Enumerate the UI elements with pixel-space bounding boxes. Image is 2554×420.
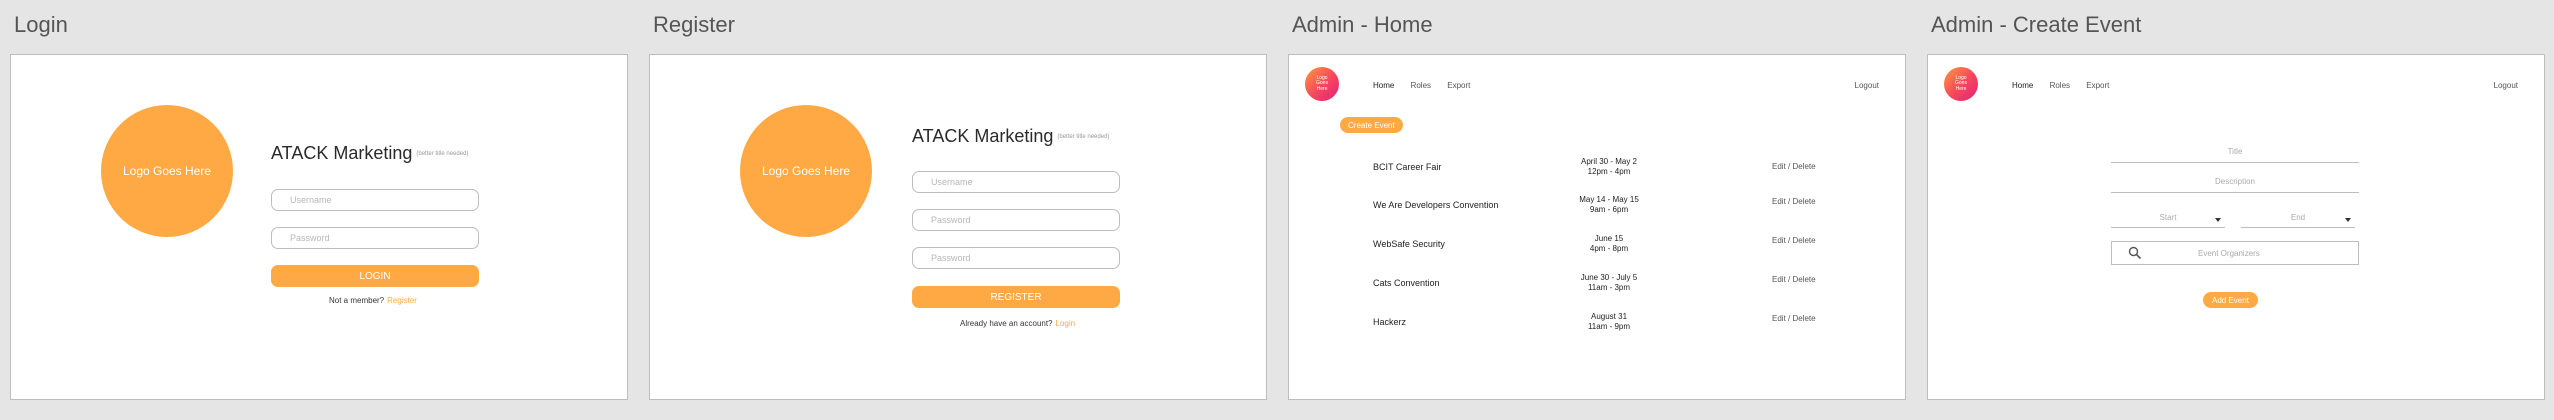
- logo: Logo Goes Here: [740, 105, 872, 237]
- brand-subtitle: (better title needed): [1057, 134, 1110, 141]
- password-input[interactable]: Password: [912, 209, 1120, 231]
- event-time: 11am - 9pm: [1587, 322, 1631, 331]
- search-icon: [2128, 246, 2142, 260]
- end-select[interactable]: End: [2241, 213, 2355, 228]
- event-row: BCIT Career Fair April 30 - May 2 12pm - …: [1289, 153, 1907, 183]
- login-prompt-text: Already have an account?: [960, 319, 1053, 328]
- brand-title: ATACK Marketing (better title needed): [912, 126, 1109, 147]
- register-button[interactable]: REGISTER: [912, 286, 1120, 308]
- edit-delete-actions[interactable]: Edit / Delete: [1772, 197, 1816, 206]
- event-name: Cats Convention: [1373, 278, 1440, 288]
- confirm-password-input[interactable]: Password: [912, 247, 1120, 269]
- event-name: BCIT Career Fair: [1373, 162, 1442, 172]
- board-title-login: Login: [14, 12, 68, 37]
- board-title-admin-home: Admin - Home: [1292, 12, 1433, 37]
- nav-roles[interactable]: Roles: [2050, 81, 2070, 90]
- chevron-down-icon: [2345, 218, 2351, 222]
- edit-delete-actions[interactable]: Edit / Delete: [1772, 162, 1816, 171]
- chevron-down-icon: [2215, 218, 2221, 222]
- register-prompt: Not a member? Register: [329, 296, 417, 305]
- description-input[interactable]: Description: [2111, 177, 2359, 193]
- event-date: August 31 11am - 9pm: [1559, 312, 1659, 332]
- login-prompt: Already have an account? Login: [960, 319, 1075, 328]
- login-link[interactable]: Login: [1056, 319, 1076, 328]
- register-prompt-text: Not a member?: [329, 296, 385, 305]
- nav-export[interactable]: Export: [2086, 81, 2109, 90]
- event-time: 11am - 3pm: [1587, 283, 1631, 292]
- nav-roles[interactable]: Roles: [1411, 81, 1431, 90]
- nav-home[interactable]: Home: [1373, 81, 1394, 90]
- nav-bar: Home Roles Export: [1373, 81, 1484, 90]
- edit-delete-actions[interactable]: Edit / Delete: [1772, 275, 1816, 284]
- register-link[interactable]: Register: [387, 296, 417, 305]
- event-name: Hackerz: [1373, 317, 1407, 327]
- start-label: Start: [2159, 213, 2177, 222]
- add-event-button[interactable]: Add Event: [2203, 292, 2258, 308]
- event-organizers-placeholder: Event Organizers: [2198, 248, 2260, 258]
- edit-delete-actions[interactable]: Edit / Delete: [1772, 314, 1816, 323]
- brand-name: ATACK Marketing: [912, 126, 1054, 146]
- username-input[interactable]: Username: [912, 171, 1120, 193]
- event-date: April 30 - May 2 12pm - 4pm: [1559, 157, 1659, 177]
- logo: Logo Goes Here: [101, 105, 233, 237]
- event-date-range: April 30 - May 2: [1580, 157, 1638, 166]
- board-title-admin-create: Admin - Create Event: [1931, 12, 2142, 37]
- event-date-range: June 30 - July 5: [1580, 273, 1638, 282]
- event-time: 12pm - 4pm: [1587, 167, 1631, 176]
- edit-delete-actions[interactable]: Edit / Delete: [1772, 236, 1816, 245]
- login-screen: Logo Goes Here ATACK Marketing (better ti…: [10, 54, 628, 400]
- username-input[interactable]: Username: [271, 189, 479, 211]
- logout-link[interactable]: Logout: [2494, 81, 2518, 90]
- logout-link[interactable]: Logout: [1855, 81, 1879, 90]
- event-name: WebSafe Security: [1373, 239, 1445, 249]
- nav-home[interactable]: Home: [2012, 81, 2033, 90]
- brand-name: ATACK Marketing: [271, 143, 413, 163]
- nav-bar: Home Roles Export: [2012, 81, 2123, 90]
- login-button[interactable]: LOGIN: [271, 265, 479, 287]
- event-date: May 14 - May 15 9am - 6pm: [1559, 195, 1659, 215]
- event-date-range: August 31: [1590, 312, 1628, 321]
- event-row: Cats Convention June 30 - July 5 11am - 3…: [1289, 269, 1907, 299]
- logo[interactable]: Logo Goes Here: [1305, 67, 1339, 101]
- title-input[interactable]: Title: [2111, 147, 2359, 163]
- event-row: WebSafe Security June 15 4pm - 8pm Edit /…: [1289, 230, 1907, 260]
- password-input[interactable]: Password: [271, 227, 479, 249]
- event-date: June 15 4pm - 8pm: [1559, 234, 1659, 254]
- end-label: End: [2290, 213, 2306, 222]
- event-name: We Are Developers Convention: [1373, 200, 1499, 210]
- event-row: We Are Developers Convention May 14 - Ma…: [1289, 191, 1907, 221]
- brand-subtitle: (better title needed): [416, 151, 469, 158]
- logo[interactable]: Logo Goes Here: [1944, 67, 1978, 101]
- event-date: June 30 - July 5 11am - 3pm: [1559, 273, 1659, 293]
- event-date-range: June 15: [1594, 234, 1624, 243]
- event-time: 9am - 6pm: [1589, 205, 1629, 214]
- nav-export[interactable]: Export: [1447, 81, 1470, 90]
- start-select[interactable]: Start: [2111, 213, 2225, 228]
- event-time: 4pm - 8pm: [1589, 244, 1629, 253]
- admin-create-event-screen: Logo Goes Here Home Roles Export Logout …: [1927, 54, 2545, 400]
- event-organizers-search[interactable]: Event Organizers: [2111, 241, 2359, 265]
- brand-title: ATACK Marketing (better title needed): [271, 143, 468, 164]
- register-screen: Logo Goes Here ATACK Marketing (better ti…: [649, 54, 1267, 400]
- create-event-button[interactable]: Create Event: [1340, 117, 1403, 133]
- admin-home-screen: Logo Goes Here Home Roles Export Logout …: [1288, 54, 1906, 400]
- event-date-range: May 14 - May 15: [1579, 195, 1639, 204]
- board-title-register: Register: [653, 12, 735, 37]
- event-row: Hackerz August 31 11am - 9pm Edit / Delet…: [1289, 308, 1907, 338]
